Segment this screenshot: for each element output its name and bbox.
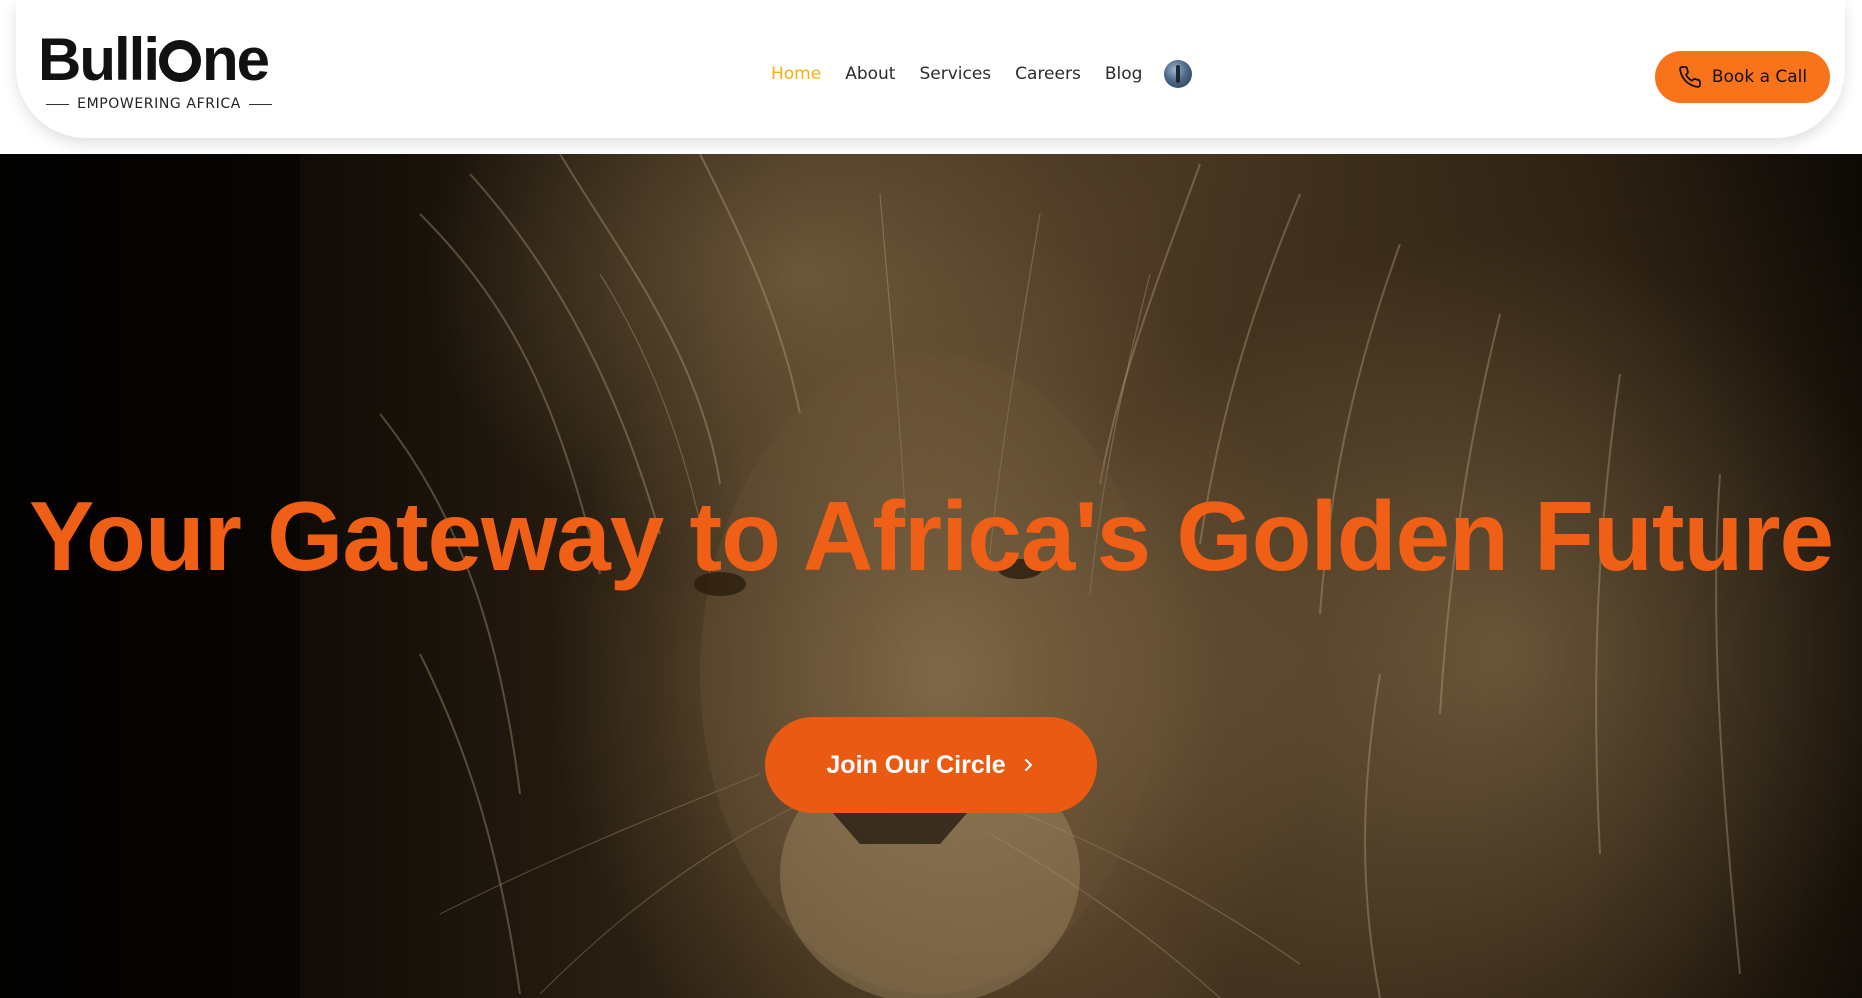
join-our-circle-button[interactable]: Join Our Circle [765, 717, 1097, 813]
logo-o-ring-icon [159, 40, 201, 82]
page: Bulli ne EMPOWERING AFRICA Home About Ser… [0, 0, 1862, 998]
logo-wordmark-suffix: ne [202, 26, 270, 93]
logo[interactable]: Bulli ne EMPOWERING AFRICA [38, 30, 288, 120]
logo-wordmark: Bulli ne [38, 30, 270, 90]
book-a-call-button[interactable]: Book a Call [1655, 51, 1830, 103]
book-a-call-label: Book a Call [1711, 67, 1808, 87]
nav-item-home[interactable]: Home [771, 63, 821, 85]
main-nav: Home About Services Careers Blog [771, 60, 1193, 88]
logo-wordmark-prefix: Bulli [38, 26, 160, 93]
tagline-rule-left [46, 103, 70, 105]
nav-item-careers[interactable]: Careers [1015, 63, 1081, 85]
language-flag-icon[interactable] [1164, 60, 1193, 88]
hero-title: Your Gateway to Africa's Golden Future [28, 481, 1834, 591]
nav-item-about[interactable]: About [845, 63, 895, 85]
site-header: Bulli ne EMPOWERING AFRICA Home About Ser… [0, 0, 1862, 154]
nav-item-services[interactable]: Services [919, 63, 991, 85]
chevron-right-icon [1024, 759, 1032, 771]
join-our-circle-label: Join Our Circle [826, 750, 1006, 779]
nav-item-blog[interactable]: Blog [1105, 63, 1143, 85]
phone-icon [1679, 66, 1701, 88]
logo-tagline: EMPOWERING AFRICA [46, 96, 272, 112]
tagline-text: EMPOWERING AFRICA [77, 96, 241, 112]
tagline-rule-right [248, 103, 272, 105]
hero-section: Your Gateway to Africa's Golden Future J… [0, 154, 1862, 998]
